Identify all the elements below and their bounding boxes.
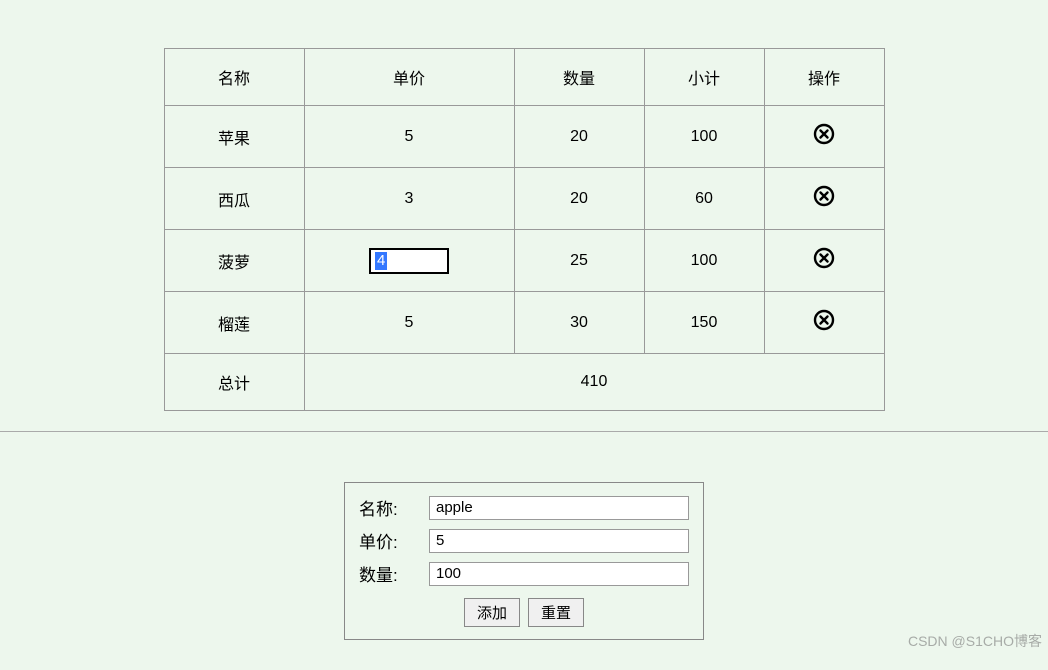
form-section: 名称: 单价: 数量: 添加 重置 — [0, 432, 1048, 670]
form-row-name: 名称: — [359, 491, 689, 524]
header-price: 单价 — [304, 49, 514, 106]
header-name: 名称 — [164, 49, 304, 106]
cell-name: 苹果 — [164, 106, 304, 168]
table-total-row: 总计 410 — [164, 354, 884, 411]
table-row: 榴莲530150 — [164, 292, 884, 354]
table-header-row: 名称 单价 数量 小计 操作 — [164, 49, 884, 106]
cell-price[interactable]: 5 — [304, 292, 514, 354]
cell-qty: 25 — [514, 230, 644, 292]
price-input-value: 4 — [375, 252, 387, 270]
form-name-input[interactable] — [429, 496, 689, 520]
delete-icon[interactable] — [812, 184, 836, 208]
table-row: 苹果520100 — [164, 106, 884, 168]
cell-op — [764, 292, 884, 354]
cell-subtotal: 60 — [644, 168, 764, 230]
form-name-label: 名称: — [359, 495, 429, 520]
cell-op — [764, 230, 884, 292]
cell-name: 菠萝 — [164, 230, 304, 292]
header-qty: 数量 — [514, 49, 644, 106]
cell-subtotal: 100 — [644, 230, 764, 292]
cell-qty: 20 — [514, 168, 644, 230]
delete-icon[interactable] — [812, 246, 836, 270]
total-label: 总计 — [164, 354, 304, 411]
cell-op — [764, 168, 884, 230]
cell-name: 榴莲 — [164, 292, 304, 354]
cell-op — [764, 106, 884, 168]
cell-qty: 30 — [514, 292, 644, 354]
cell-name: 西瓜 — [164, 168, 304, 230]
cell-subtotal: 150 — [644, 292, 764, 354]
fruit-table: 名称 单价 数量 小计 操作 苹果520100西瓜32060菠萝425100榴莲… — [164, 48, 885, 411]
form-price-input[interactable] — [429, 529, 689, 553]
cell-price[interactable]: 5 — [304, 106, 514, 168]
add-button[interactable]: 添加 — [464, 598, 520, 627]
form-qty-input[interactable] — [429, 562, 689, 586]
total-value: 410 — [304, 354, 884, 411]
header-subtotal: 小计 — [644, 49, 764, 106]
cell-price[interactable]: 3 — [304, 168, 514, 230]
form-price-label: 单价: — [359, 528, 429, 553]
delete-icon[interactable] — [812, 122, 836, 146]
form-row-qty: 数量: — [359, 557, 689, 590]
delete-icon[interactable] — [812, 308, 836, 332]
table-row: 菠萝 4 25100 — [164, 230, 884, 292]
add-form: 名称: 单价: 数量: 添加 重置 — [344, 482, 704, 640]
header-op: 操作 — [764, 49, 884, 106]
table-row: 西瓜32060 — [164, 168, 884, 230]
price-input[interactable]: 4 — [369, 248, 449, 274]
form-qty-label: 数量: — [359, 561, 429, 586]
cell-price[interactable]: 4 — [304, 230, 514, 292]
cell-qty: 20 — [514, 106, 644, 168]
form-row-price: 单价: — [359, 524, 689, 557]
cell-subtotal: 100 — [644, 106, 764, 168]
table-section: 名称 单价 数量 小计 操作 苹果520100西瓜32060菠萝425100榴莲… — [0, 0, 1048, 432]
form-buttons: 添加 重置 — [359, 590, 689, 627]
reset-button[interactable]: 重置 — [528, 598, 584, 627]
